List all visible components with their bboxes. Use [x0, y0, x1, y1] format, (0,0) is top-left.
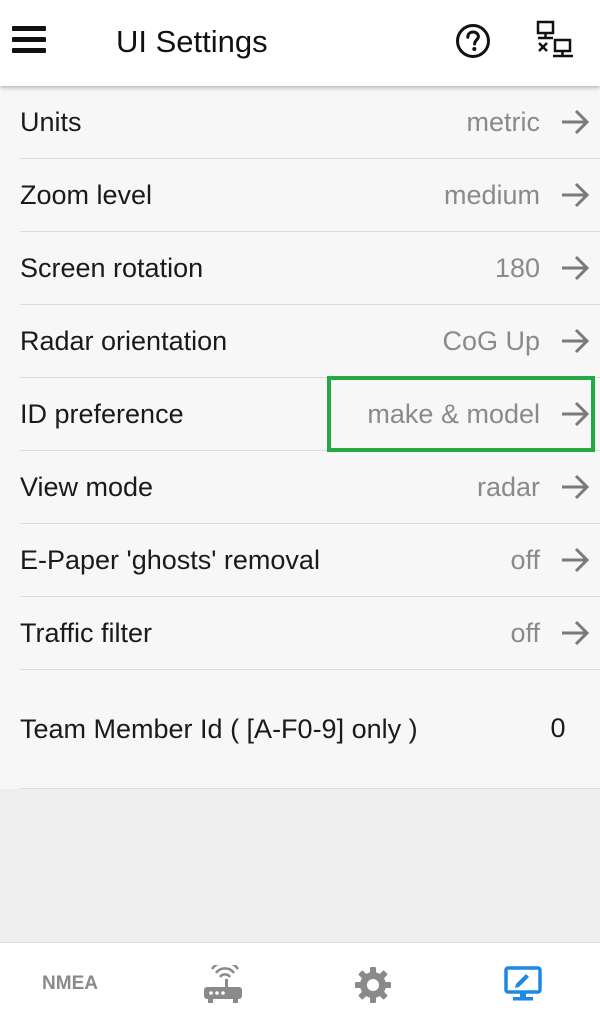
setting-value: medium	[443, 180, 540, 210]
router-icon	[204, 965, 242, 1003]
team-member-id-row: Team Member Id ( [A-F0-9] only ) 0	[20, 670, 600, 789]
setting-label: View mode	[20, 472, 154, 502]
setting-value: CoG Up	[442, 326, 540, 356]
help-circle-icon[interactable]	[454, 22, 492, 60]
setting-label: Units	[20, 107, 82, 137]
setting-row-traffic-filter[interactable]: Traffic filter off	[20, 597, 600, 670]
arrow-right-icon	[562, 547, 590, 573]
setting-value: 180	[494, 253, 540, 283]
display-edit-icon	[504, 966, 542, 1001]
nav-tab-settings[interactable]	[300, 943, 450, 1025]
arrow-right-icon	[562, 401, 590, 427]
setting-value: metric	[466, 107, 541, 137]
setting-label: ID preference	[20, 399, 184, 429]
settings-list: Units metric Zoom level medium Screen ro…	[0, 86, 600, 789]
top-app-bar: UI Settings	[0, 0, 600, 86]
arrow-right-icon	[562, 620, 590, 646]
bottom-navigation: NMEA	[0, 942, 600, 1025]
team-member-id-label: Team Member Id ( [A-F0-9] only )	[20, 714, 418, 744]
setting-label: Zoom level	[20, 180, 153, 210]
setting-value: make & model	[367, 399, 540, 429]
setting-row-view-mode[interactable]: View mode radar	[20, 451, 600, 524]
setting-label: Screen rotation	[20, 253, 204, 283]
arrow-right-icon	[562, 255, 590, 281]
setting-label: Radar orientation	[20, 326, 228, 356]
page-title: UI Settings	[116, 24, 268, 59]
setting-row-screen-rotation[interactable]: Screen rotation 180	[20, 232, 600, 305]
arrow-right-icon	[562, 109, 590, 135]
setting-value: radar	[476, 472, 540, 502]
setting-row-units[interactable]: Units metric	[20, 86, 600, 159]
nav-tab-display[interactable]	[450, 943, 600, 1025]
setting-row-id-preference[interactable]: ID preference make & model	[20, 378, 600, 451]
hamburger-menu-icon[interactable]	[12, 26, 46, 56]
team-member-id-input[interactable]: 0	[520, 706, 596, 750]
arrow-right-icon	[562, 328, 590, 354]
arrow-right-icon	[562, 474, 590, 500]
setting-row-zoom-level[interactable]: Zoom level medium	[20, 159, 600, 232]
nav-tab-nmea[interactable]: NMEA	[0, 943, 150, 1025]
setting-label: E-Paper 'ghosts' removal	[20, 545, 320, 575]
nav-tab-router[interactable]	[150, 943, 300, 1025]
arrow-right-icon	[562, 182, 590, 208]
setting-label: Traffic filter	[20, 618, 153, 648]
nav-tab-nmea-label: NMEA	[42, 973, 98, 994]
app: UI Settings Units metric Zoom level medi…	[0, 0, 600, 1025]
gear-icon	[355, 967, 391, 1003]
setting-value: off	[510, 545, 540, 575]
setting-row-radar-orientation[interactable]: Radar orientation CoG Up	[20, 305, 600, 378]
setting-row-epaper-ghosts-removal[interactable]: E-Paper 'ghosts' removal off	[20, 524, 600, 597]
network-disconnected-icon[interactable]	[535, 20, 575, 60]
setting-value: off	[510, 618, 540, 648]
